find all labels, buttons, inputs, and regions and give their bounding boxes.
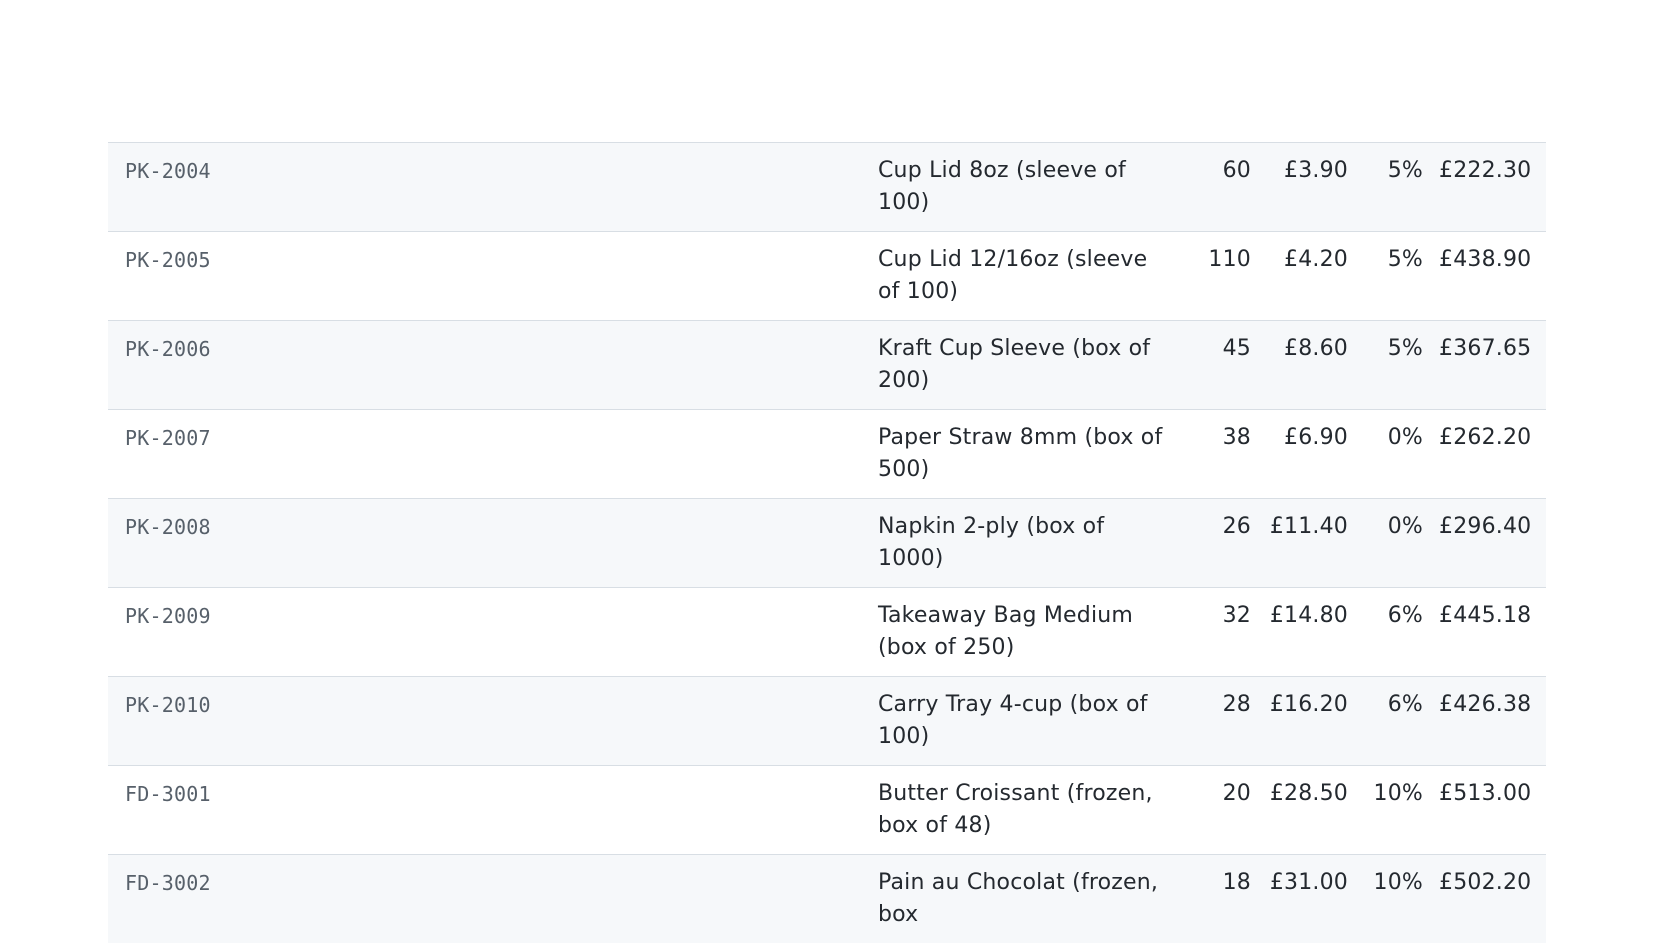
item-description: Paper Straw 8mm (box of 500) [878, 410, 1179, 499]
item-discount: 10% [1364, 855, 1439, 943]
item-line-total: £445.18 [1439, 588, 1546, 677]
item-unit-price: £31.00 [1267, 855, 1364, 943]
line-items-table-container: PK-2004 Cup Lid 8oz (sleeve of 100) 60 £… [108, 142, 1546, 943]
item-discount: 6% [1364, 677, 1439, 766]
line-items-table: PK-2004 Cup Lid 8oz (sleeve of 100) 60 £… [108, 142, 1546, 943]
item-quantity: 32 [1179, 588, 1267, 677]
item-code: PK-2008 [108, 499, 878, 588]
item-unit-price: £28.50 [1267, 766, 1364, 855]
item-quantity: 110 [1179, 232, 1267, 321]
item-discount: 5% [1364, 143, 1439, 232]
item-line-total: £426.38 [1439, 677, 1546, 766]
item-discount: 10% [1364, 766, 1439, 855]
item-unit-price: £6.90 [1267, 410, 1364, 499]
table-row: PK-2004 Cup Lid 8oz (sleeve of 100) 60 £… [108, 143, 1546, 232]
item-unit-price: £3.90 [1267, 143, 1364, 232]
item-description: Pain au Chocolat (frozen, box [878, 855, 1179, 943]
table-row: PK-2007 Paper Straw 8mm (box of 500) 38 … [108, 410, 1546, 499]
item-description: Cup Lid 8oz (sleeve of 100) [878, 143, 1179, 232]
item-discount: 0% [1364, 410, 1439, 499]
item-line-total: £222.30 [1439, 143, 1546, 232]
item-discount: 6% [1364, 588, 1439, 677]
item-line-total: £513.00 [1439, 766, 1546, 855]
item-line-total: £367.65 [1439, 321, 1546, 410]
item-description: Carry Tray 4-cup (box of 100) [878, 677, 1179, 766]
table-row: PK-2009 Takeaway Bag Medium (box of 250)… [108, 588, 1546, 677]
item-quantity: 60 [1179, 143, 1267, 232]
item-discount: 5% [1364, 232, 1439, 321]
item-unit-price: £14.80 [1267, 588, 1364, 677]
item-quantity: 45 [1179, 321, 1267, 410]
item-unit-price: £4.20 [1267, 232, 1364, 321]
item-quantity: 26 [1179, 499, 1267, 588]
item-code: PK-2007 [108, 410, 878, 499]
item-code: FD-3002 [108, 855, 878, 943]
item-code: PK-2009 [108, 588, 878, 677]
item-quantity: 20 [1179, 766, 1267, 855]
table-row: FD-3001 Butter Croissant (frozen, box of… [108, 766, 1546, 855]
item-code: FD-3001 [108, 766, 878, 855]
item-description: Kraft Cup Sleeve (box of 200) [878, 321, 1179, 410]
item-description: Cup Lid 12/16oz (sleeve of 100) [878, 232, 1179, 321]
table-row: PK-2005 Cup Lid 12/16oz (sleeve of 100) … [108, 232, 1546, 321]
item-unit-price: £16.20 [1267, 677, 1364, 766]
item-line-total: £262.20 [1439, 410, 1546, 499]
item-description: Napkin 2-ply (box of 1000) [878, 499, 1179, 588]
item-unit-price: £8.60 [1267, 321, 1364, 410]
item-line-total: £296.40 [1439, 499, 1546, 588]
item-line-total: £502.20 [1439, 855, 1546, 943]
item-quantity: 38 [1179, 410, 1267, 499]
item-unit-price: £11.40 [1267, 499, 1364, 588]
item-quantity: 28 [1179, 677, 1267, 766]
item-description: Butter Croissant (frozen, box of 48) [878, 766, 1179, 855]
item-code: PK-2004 [108, 143, 878, 232]
line-items-body: PK-2004 Cup Lid 8oz (sleeve of 100) 60 £… [108, 143, 1546, 943]
table-row: PK-2008 Napkin 2-ply (box of 1000) 26 £1… [108, 499, 1546, 588]
item-line-total: £438.90 [1439, 232, 1546, 321]
item-code: PK-2010 [108, 677, 878, 766]
table-row: FD-3002 Pain au Chocolat (frozen, box 18… [108, 855, 1546, 943]
item-code: PK-2005 [108, 232, 878, 321]
table-row: PK-2010 Carry Tray 4-cup (box of 100) 28… [108, 677, 1546, 766]
table-row: PK-2006 Kraft Cup Sleeve (box of 200) 45… [108, 321, 1546, 410]
item-discount: 5% [1364, 321, 1439, 410]
item-description: Takeaway Bag Medium (box of 250) [878, 588, 1179, 677]
item-discount: 0% [1364, 499, 1439, 588]
item-code: PK-2006 [108, 321, 878, 410]
item-quantity: 18 [1179, 855, 1267, 943]
